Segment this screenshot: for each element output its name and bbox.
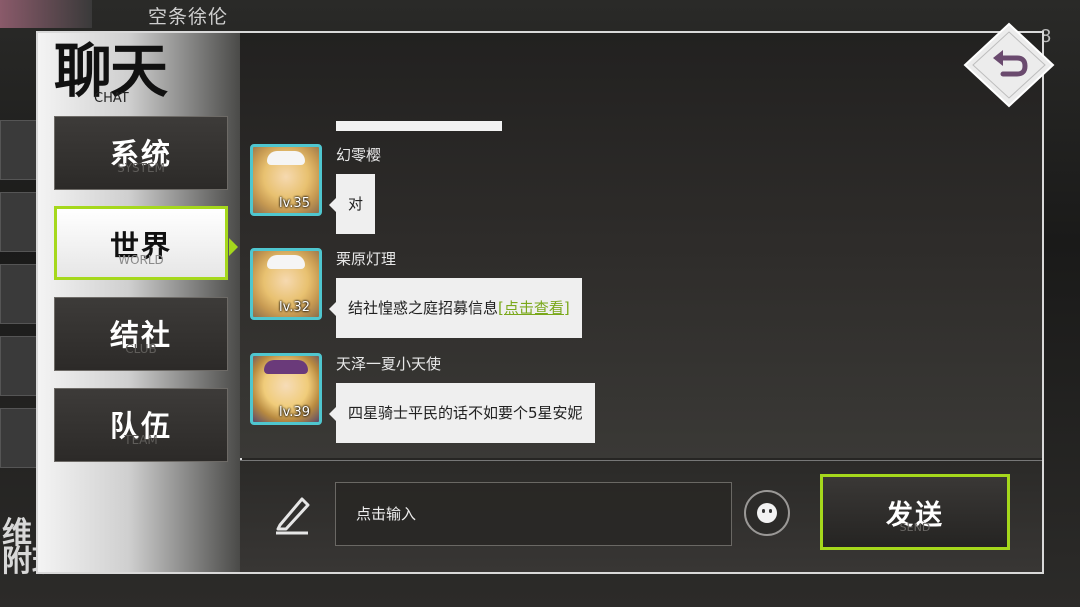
tab-team[interactable]: 队伍 TEAM — [54, 388, 228, 462]
pen-icon — [276, 497, 310, 535]
message-divider-bar — [336, 121, 502, 131]
tab-world[interactable]: 世界 WORLD — [54, 206, 228, 280]
panel-title-sub: CHAT — [94, 91, 129, 106]
chat-message-area[interactable]: lv.35 幻零樱 对 lv.32 栗原灯理 结社惶惑之庭招募信息[点击查看] … — [240, 33, 1042, 458]
tab-sub-label: WORLD — [118, 253, 164, 267]
background-avatar — [0, 0, 92, 28]
background-thumbnails — [0, 120, 38, 480]
chat-dialog: 聊天 CHAT 系统 SYSTEM 世界 WORLD 结社 CLUB 队伍 TE… — [36, 31, 1044, 574]
player-avatar[interactable]: lv.32 — [250, 248, 322, 320]
player-avatar[interactable]: lv.39 — [250, 353, 322, 425]
emoji-icon[interactable] — [744, 490, 790, 536]
player-level: lv.32 — [279, 300, 310, 315]
chat-sidebar: 聊天 CHAT 系统 SYSTEM 世界 WORLD 结社 CLUB 队伍 TE… — [38, 33, 242, 572]
player-name: 栗原灯理 — [336, 250, 397, 268]
message-text: 对 — [348, 195, 364, 213]
tab-sub-label: SYSTEM — [117, 161, 165, 175]
chat-input[interactable]: 点击输入 — [335, 482, 732, 546]
background-title: 空条徐伦 — [148, 6, 229, 28]
chat-input-bar: 点击输入 发送 SEND — [240, 460, 1042, 572]
message-bubble: 结社惶惑之庭招募信息[点击查看] — [329, 278, 582, 338]
message-text: 四星骑士平民的话不如要个5星安妮 — [348, 404, 583, 422]
tab-sub-label: TEAM — [124, 433, 158, 447]
tab-club[interactable]: 结社 CLUB — [54, 297, 228, 371]
back-arrow-icon[interactable] — [961, 22, 1057, 108]
message-bubble: 四星骑士平民的话不如要个5星安妮 — [329, 383, 595, 443]
player-level: lv.35 — [279, 196, 310, 211]
send-button[interactable]: 发送 SEND — [820, 474, 1010, 550]
active-tab-pointer — [229, 238, 238, 256]
send-sub-label: SEND — [899, 521, 931, 534]
message-bubble: 对 — [328, 174, 376, 234]
recruit-info-link[interactable]: [点击查看] — [498, 299, 570, 317]
tab-system[interactable]: 系统 SYSTEM — [54, 116, 228, 190]
player-name: 天泽一夏小天使 — [336, 355, 442, 373]
message-text: 结社惶惑之庭招募信息 — [348, 299, 499, 317]
tab-sub-label: CLUB — [125, 342, 157, 356]
player-avatar[interactable]: lv.35 — [250, 144, 322, 216]
player-level: lv.39 — [279, 405, 310, 420]
player-name: 幻零樱 — [336, 146, 382, 164]
